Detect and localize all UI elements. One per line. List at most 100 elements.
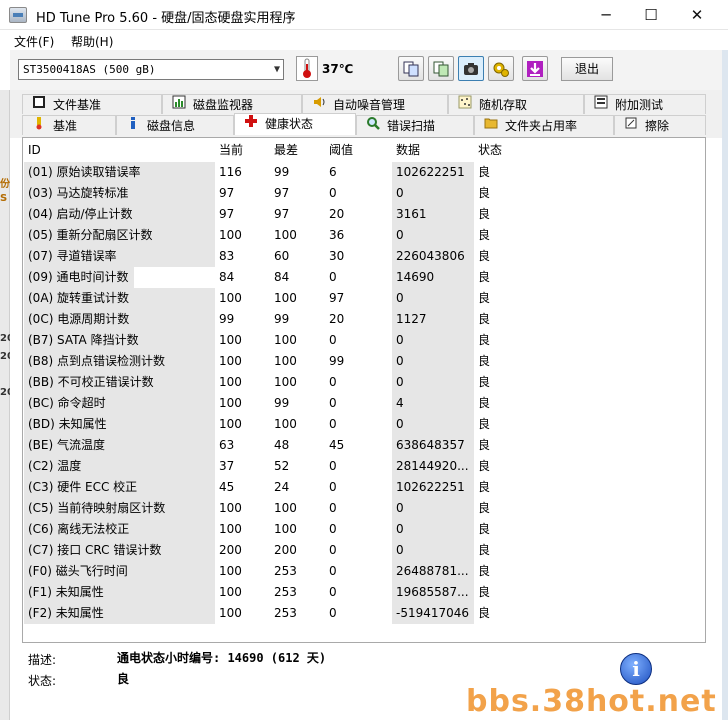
cell-status: 良: [478, 333, 491, 347]
download-arrow-icon: [527, 61, 543, 77]
screenshot-button[interactable]: [458, 56, 484, 81]
cell-id: (C5) 当前待映射扇区计数: [24, 498, 215, 519]
table-row[interactable]: (C5) 当前待映射扇区计数 100 100 0 0 良: [24, 498, 538, 519]
cell-data: 102622251: [392, 477, 474, 498]
table-row[interactable]: (F1) 未知属性 100 253 0 19685587... 良: [24, 582, 538, 603]
table-row[interactable]: (BC) 命令超时 100 99 0 4 良: [24, 393, 538, 414]
cell-threshold: 97: [329, 291, 345, 305]
table-row[interactable]: (BB) 不可校正错误计数 100 100 0 0 良: [24, 372, 538, 393]
cell-data: 0: [392, 372, 474, 393]
tab-erase[interactable]: 擦除: [614, 115, 706, 135]
tab-aam[interactable]: 自动噪音管理: [302, 94, 448, 114]
table-row[interactable]: (04) 启动/停止计数 97 97 20 3161 良: [24, 204, 538, 225]
minimize-button[interactable]: ─: [583, 0, 629, 30]
cell-current: 100: [219, 585, 242, 599]
cell-id: (BB) 不可校正错误计数: [24, 372, 215, 393]
copy-icon: [403, 61, 419, 77]
info-icon[interactable]: i: [620, 653, 652, 685]
window-title: HD Tune Pro 5.60 - 硬盘/固态硬盘实用程序: [36, 11, 296, 26]
column-header-worst[interactable]: 最差: [270, 139, 325, 161]
cell-current: 100: [219, 417, 242, 431]
table-row[interactable]: (F2) 未知属性 100 253 0 -519417046 良: [24, 603, 538, 624]
tab-benchmark[interactable]: 基准: [22, 115, 116, 135]
table-row[interactable]: (05) 重新分配扇区计数 100 100 36 0 良: [24, 225, 538, 246]
cell-id: (F2) 未知属性: [24, 603, 215, 624]
cell-id: (05) 重新分配扇区计数: [24, 225, 215, 246]
table-row[interactable]: (07) 寻道错误率 83 60 30 226043806 良: [24, 246, 538, 267]
cell-current: 100: [219, 291, 242, 305]
description-label: 描述:: [28, 653, 57, 667]
table-row[interactable]: (B7) SATA 降挡计数 100 100 0 0 良: [24, 330, 538, 351]
smart-table[interactable]: ID 当前 最差 阈值 数据 状态 (01) 原始读取错误率 116 99 6 102622251 良…: [24, 139, 704, 641]
cell-data: 0: [392, 498, 474, 519]
folder-icon: [483, 116, 499, 135]
tab-file-benchmark[interactable]: 文件基准: [22, 94, 162, 114]
cell-threshold: 20: [329, 312, 345, 326]
cell-threshold: 0: [329, 270, 337, 284]
cell-current: 97: [219, 207, 235, 221]
copy-text-button[interactable]: [398, 56, 424, 81]
cell-threshold: 0: [329, 606, 337, 620]
table-row[interactable]: (0C) 电源周期计数 99 99 20 1127 良: [24, 309, 538, 330]
cell-current: 100: [219, 564, 242, 578]
table-row[interactable]: (C6) 离线无法校正 100 100 0 0 良: [24, 519, 538, 540]
table-row[interactable]: (C3) 硬件 ECC 校正 45 24 0 102622251 良: [24, 477, 538, 498]
cell-status: 良: [478, 543, 491, 557]
save-button[interactable]: [522, 56, 548, 81]
cell-id: (0A) 旋转重试计数: [24, 288, 215, 309]
clipboard-icon: [433, 61, 449, 77]
cell-data: 26488781...: [392, 561, 474, 582]
cell-worst: 48: [274, 438, 290, 452]
table-row[interactable]: (BD) 未知属性 100 100 0 0 良: [24, 414, 538, 435]
table-row[interactable]: (09) 通电时间计数 84 84 0 14690 良: [24, 267, 538, 288]
cell-current: 100: [219, 501, 242, 515]
cell-status: 良: [478, 165, 491, 179]
column-header-threshold[interactable]: 阈值: [325, 139, 392, 161]
table-row[interactable]: (C7) 接口 CRC 错误计数 200 200 0 0 良: [24, 540, 538, 561]
cell-status: 良: [478, 522, 491, 536]
camera-icon: [464, 63, 478, 75]
menu-help[interactable]: 帮助(H): [71, 33, 113, 50]
exit-button[interactable]: 退出: [561, 57, 613, 81]
cell-data: 0: [392, 183, 474, 204]
tab-disk-monitor[interactable]: 磁盘监视器: [162, 94, 302, 114]
tab-folder-usage[interactable]: 文件夹占用率: [474, 115, 614, 135]
temperature-value: 37℃: [322, 62, 354, 76]
cell-worst: 253: [274, 564, 297, 578]
column-header-current[interactable]: 当前: [215, 139, 270, 161]
table-row[interactable]: (01) 原始读取错误率 116 99 6 102622251 良: [24, 162, 538, 183]
table-row[interactable]: (0A) 旋转重试计数 100 100 97 0 良: [24, 288, 538, 309]
cell-status: 良: [478, 312, 491, 326]
cell-status: 良: [478, 291, 491, 305]
tab-error-scan[interactable]: 错误扫描: [356, 115, 474, 135]
tab-disk-info[interactable]: 磁盘信息: [116, 115, 234, 135]
close-button[interactable]: ✕: [674, 0, 720, 30]
tab-random-access[interactable]: 随机存取: [448, 94, 584, 114]
column-header-id[interactable]: ID: [24, 139, 215, 161]
drive-select[interactable]: ST3500418AS (500 gB) ▼: [18, 59, 284, 80]
maximize-button[interactable]: ☐: [628, 0, 674, 30]
table-row[interactable]: (C2) 温度 37 52 0 28144920... 良: [24, 456, 538, 477]
column-header-status[interactable]: 状态: [474, 139, 538, 161]
table-row[interactable]: (F0) 磁头飞行时间 100 253 0 26488781... 良: [24, 561, 538, 582]
cell-current: 45: [219, 480, 235, 494]
tab-health[interactable]: 健康状态: [234, 113, 356, 135]
table-row[interactable]: (03) 马达旋转标准 97 97 0 0 良: [24, 183, 538, 204]
status-value: 良: [117, 672, 130, 686]
cell-worst: 200: [274, 543, 297, 557]
random-access-icon: [457, 95, 473, 114]
erase-icon: [623, 116, 639, 135]
benchmark-icon: [31, 116, 47, 135]
tab-extra-tests[interactable]: 附加测试: [584, 94, 706, 114]
cell-worst: 100: [274, 228, 297, 242]
options-button[interactable]: [488, 56, 514, 81]
cell-data: 226043806: [392, 246, 474, 267]
cell-data: 4: [392, 393, 474, 414]
menu-file[interactable]: 文件(F): [14, 33, 54, 50]
cell-status: 良: [478, 249, 491, 263]
column-header-data[interactable]: 数据: [392, 139, 474, 161]
cell-threshold: 0: [329, 417, 337, 431]
table-row[interactable]: (BE) 气流温度 63 48 45 638648357 良: [24, 435, 538, 456]
copy-info-button[interactable]: [428, 56, 454, 81]
table-row[interactable]: (B8) 点到点错误检测计数 100 100 99 0 良: [24, 351, 538, 372]
